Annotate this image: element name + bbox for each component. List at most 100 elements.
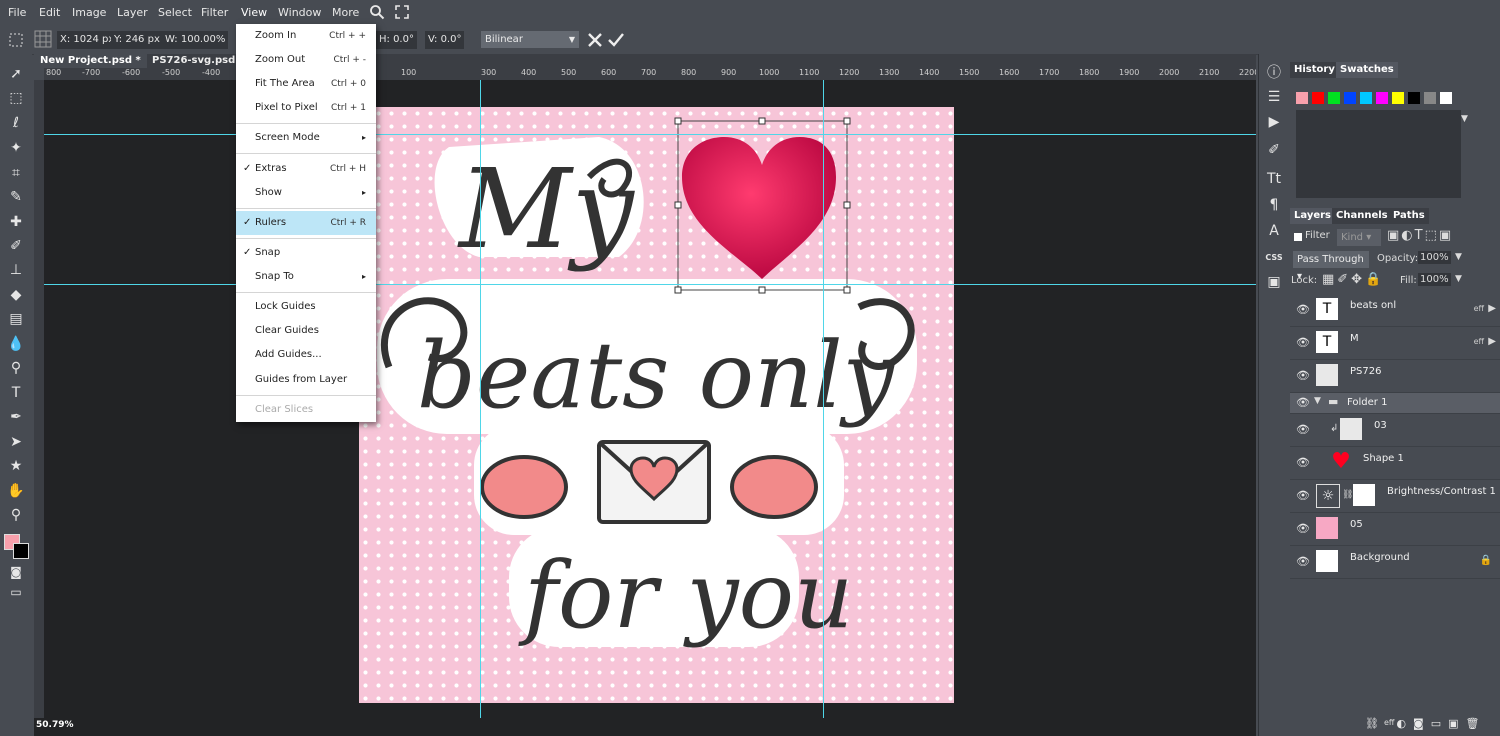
tab-ps726[interactable]: PS726-svg.psd — [146, 54, 241, 68]
actions-play-icon[interactable]: ▶ — [1263, 111, 1285, 133]
tab-layers[interactable]: Layers — [1290, 208, 1335, 224]
eye-icon[interactable]: 👁 — [1296, 489, 1310, 502]
eye-icon[interactable]: 👁 — [1296, 522, 1310, 535]
document-canvas[interactable]: My beats only for you — [359, 107, 954, 703]
eye-icon[interactable]: 👁 — [1296, 336, 1310, 349]
v-skew-field[interactable]: V: 0.0° — [425, 31, 465, 49]
tab-channels[interactable]: Channels — [1332, 208, 1392, 224]
menu-item-snap-to[interactable]: Snap To ▸ — [236, 265, 376, 289]
eye-icon[interactable]: 👁 — [1296, 555, 1310, 568]
tab-swatches[interactable]: Swatches — [1336, 62, 1398, 78]
menu-file[interactable]: File — [8, 6, 26, 19]
blur-tool-icon[interactable]: 💧 — [5, 333, 27, 355]
menu-item-fit-area[interactable]: Fit The Area Ctrl + 0 — [236, 72, 376, 96]
tab-paths[interactable]: Paths — [1389, 208, 1429, 224]
swatch[interactable] — [1360, 92, 1372, 104]
swatch[interactable] — [1344, 92, 1356, 104]
swatch[interactable] — [1440, 92, 1452, 104]
menu-filter[interactable]: Filter — [201, 6, 228, 19]
commit-transform-icon[interactable] — [607, 31, 625, 49]
folder-row[interactable]: 👁 ▼ ▬ Folder 1 — [1290, 393, 1500, 414]
menu-item-guides-from-layer[interactable]: Guides from Layer — [236, 368, 376, 392]
quick-mask-icon[interactable]: ◙ — [5, 561, 27, 583]
effects-badge[interactable]: eff — [1474, 304, 1484, 313]
brush-tool-icon[interactable]: ✐ — [5, 235, 27, 257]
move-tool-icon[interactable]: ➚ — [5, 63, 27, 85]
menu-item-lock-guides[interactable]: Lock Guides — [236, 295, 376, 319]
effects-button[interactable]: eff — [1384, 718, 1394, 727]
effects-badge[interactable]: eff — [1474, 337, 1484, 346]
css-icon[interactable]: CSS — [1263, 247, 1285, 269]
dodge-tool-icon[interactable]: ⚲ — [5, 357, 27, 379]
menu-item-extras[interactable]: ✓ Extras Ctrl + H — [236, 157, 376, 181]
marquee-icon[interactable] — [8, 32, 24, 48]
swatch[interactable] — [1296, 92, 1308, 104]
menu-item-snap[interactable]: ✓ Snap — [236, 241, 376, 265]
eye-icon[interactable]: 👁 — [1296, 396, 1310, 409]
layer-row[interactable]: 👁 ☼ ⛓ Brightness/Contrast 1 — [1290, 480, 1500, 513]
cancel-transform-icon[interactable] — [586, 31, 604, 49]
layer-row[interactable]: 👁 T beats onl eff ▶ — [1290, 294, 1500, 327]
filter-checkbox[interactable] — [1294, 233, 1302, 241]
expand-arrow-icon[interactable]: ▶ — [1488, 303, 1496, 314]
healing-brush-icon[interactable]: ✚ — [5, 211, 27, 233]
guide-vertical[interactable] — [480, 80, 481, 718]
x-field[interactable]: X: 1024 px — [57, 31, 118, 49]
blend-mode-select[interactable]: Pass Through ▾ — [1293, 251, 1369, 282]
brush-settings-icon[interactable]: ✐ — [1263, 139, 1285, 161]
guide-horizontal[interactable] — [44, 134, 1256, 135]
lock-icons[interactable]: ▦✐✥🔒 — [1322, 272, 1384, 287]
folder-expand-arrow-icon[interactable]: ▼ — [1314, 396, 1321, 406]
background-color[interactable] — [13, 543, 29, 559]
marquee-tool-icon[interactable]: ⬚ — [5, 87, 27, 109]
gradient-tool-icon[interactable]: ▤ — [5, 308, 27, 330]
stamp-tool-icon[interactable]: ⊥ — [5, 259, 27, 281]
menu-item-zoom-out[interactable]: Zoom Out Ctrl + - — [236, 48, 376, 72]
menu-select[interactable]: Select — [158, 6, 192, 19]
menu-image[interactable]: Image — [72, 6, 106, 19]
w-field[interactable]: W: 100.00% — [162, 31, 229, 49]
eye-icon[interactable]: 👁 — [1296, 369, 1310, 382]
properties-icon[interactable]: ☰ — [1263, 86, 1285, 108]
magic-wand-icon[interactable]: ✦ — [5, 137, 27, 159]
swatch[interactable] — [1328, 92, 1340, 104]
swatch[interactable] — [1376, 92, 1388, 104]
guide-horizontal[interactable] — [44, 284, 1256, 285]
screen-mode-icon[interactable]: ▭ — [5, 581, 27, 603]
hand-tool-icon[interactable]: ✋ — [5, 480, 27, 502]
menu-layer[interactable]: Layer — [117, 6, 148, 19]
swatch[interactable] — [1392, 92, 1404, 104]
search-icon[interactable] — [369, 4, 385, 20]
layer-row[interactable]: 👁 ♥ Shape 1 — [1290, 447, 1500, 480]
eraser-tool-icon[interactable]: ◆ — [5, 284, 27, 306]
opacity-input[interactable]: 100% — [1418, 251, 1451, 264]
lasso-tool-icon[interactable]: ℓ — [5, 112, 27, 134]
h-skew-field[interactable]: H: 0.0° — [376, 31, 417, 49]
reference-point-icon[interactable] — [34, 30, 52, 48]
fill-input[interactable]: 100% — [1418, 273, 1451, 286]
layer-row[interactable]: 👁 PS726 — [1290, 360, 1500, 393]
layer-row[interactable]: 👁 Background 🔒 — [1290, 546, 1500, 579]
type-tool-icon[interactable]: T — [5, 382, 27, 404]
swatch-area[interactable] — [1296, 110, 1461, 198]
fill-arrow-icon[interactable]: ▼ — [1455, 274, 1462, 284]
character-icon[interactable]: Tt — [1263, 168, 1285, 190]
glyph-icon[interactable]: A — [1263, 220, 1285, 242]
swatch[interactable] — [1312, 92, 1324, 104]
swatch-menu-arrow-icon[interactable]: ▼ — [1461, 114, 1468, 124]
layer-row[interactable]: 👁 ↲ 03 — [1290, 414, 1500, 447]
menu-item-clear-guides[interactable]: Clear Guides — [236, 319, 376, 343]
y-field[interactable]: Y: 246 px — [111, 31, 163, 49]
layer-row[interactable]: 👁 05 — [1290, 513, 1500, 546]
kind-select[interactable]: Kind ▾ — [1337, 229, 1381, 246]
swatch[interactable] — [1408, 92, 1420, 104]
eye-icon[interactable]: 👁 — [1296, 303, 1310, 316]
menu-item-screen-mode[interactable]: Screen Mode ▸ — [236, 126, 376, 150]
layer-row[interactable]: 👁 T M eff ▶ — [1290, 327, 1500, 360]
menu-item-rulers[interactable]: ✓ Rulers Ctrl + R — [236, 211, 376, 235]
menu-item-show[interactable]: Show ▸ — [236, 181, 376, 205]
image-icon[interactable]: ▣ — [1263, 271, 1285, 293]
shape-tool-icon[interactable]: ★ — [5, 455, 27, 477]
menu-view[interactable]: View — [241, 6, 267, 19]
crop-tool-icon[interactable]: ⌗ — [5, 162, 27, 184]
